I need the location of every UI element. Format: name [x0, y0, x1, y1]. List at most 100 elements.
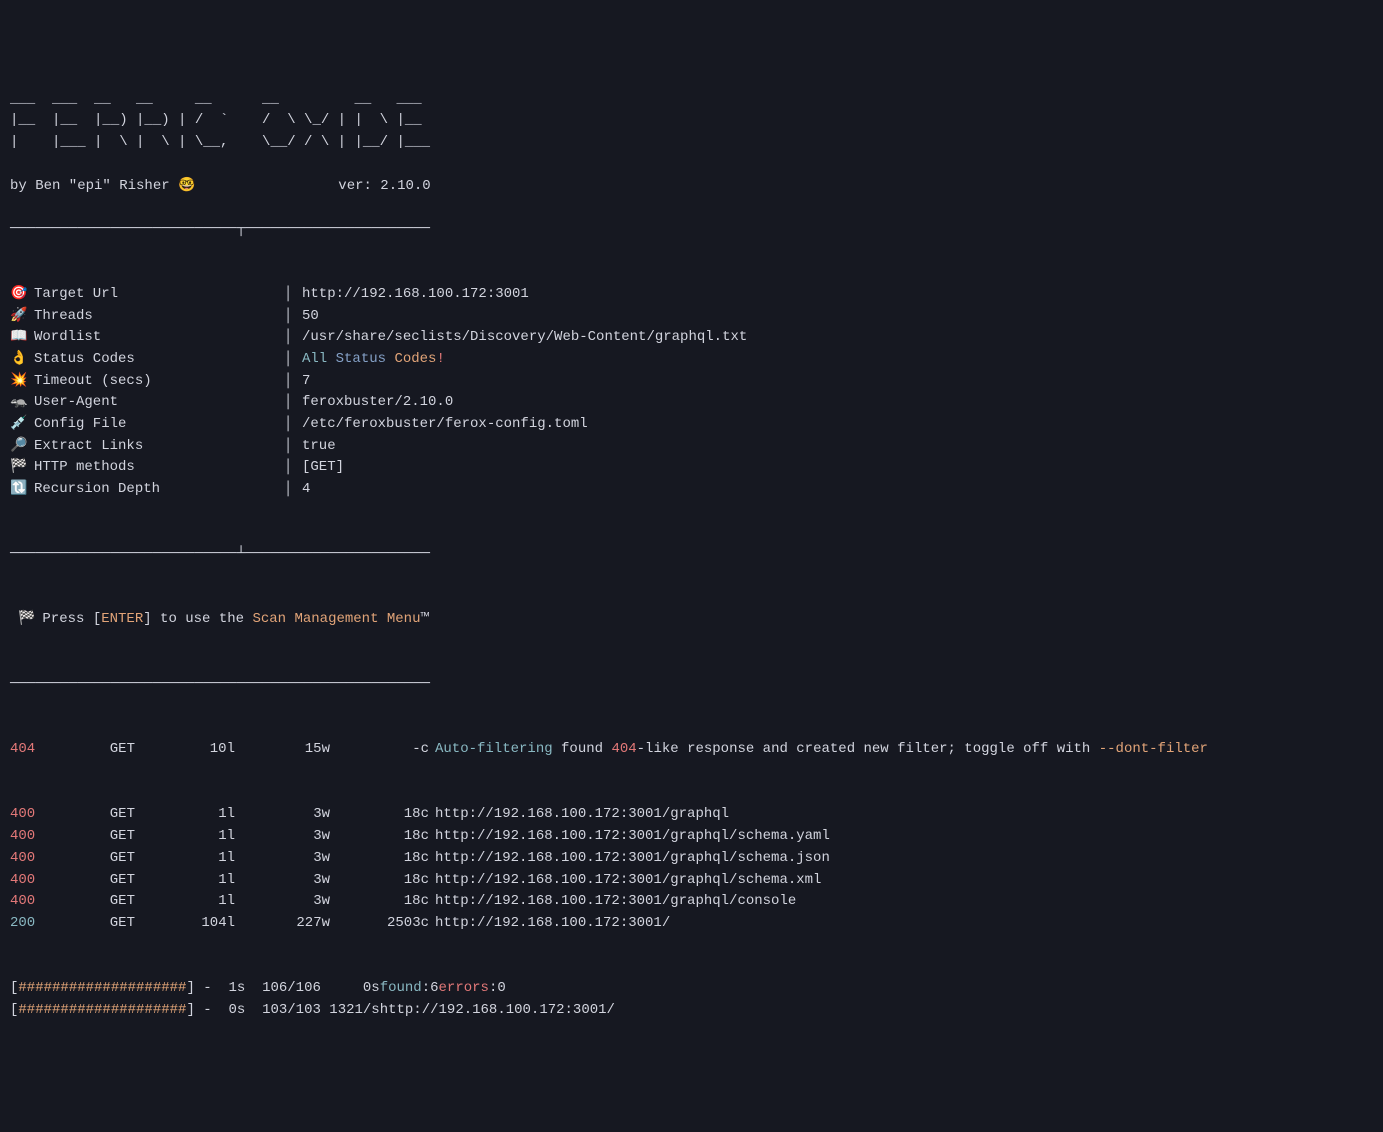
progress-count: 103/103: [245, 1000, 321, 1022]
status-code: 400: [10, 870, 50, 892]
config-value: 50: [302, 306, 319, 328]
byline: by Ben "epi" Risher 🤓 ver: 2.10.0: [10, 176, 1373, 198]
config-value: [GET]: [302, 457, 344, 479]
config-row: 💥Timeout (secs)│7: [10, 371, 1373, 393]
config-row: 👌Status Codes│All Status Codes!: [10, 349, 1373, 371]
result-row: 400GET1l3w18chttp://192.168.100.172:3001…: [10, 804, 1373, 826]
status-code: 200: [10, 913, 50, 935]
config-icon: 💉: [10, 414, 34, 436]
config-label: Timeout (secs): [34, 371, 284, 393]
flag-icon: 🏁: [18, 609, 42, 631]
config-icon: 🏁: [10, 457, 34, 479]
result-url: http://192.168.100.172:3001/graphql/sche…: [435, 826, 1373, 848]
config-row: 🔎Extract Links│true: [10, 436, 1373, 458]
config-value: 4: [302, 479, 310, 501]
config-row: 💉Config File│/etc/feroxbuster/ferox-conf…: [10, 414, 1373, 436]
word-count: 3w: [255, 870, 350, 892]
result-row: 200GET104l227w2503chttp://192.168.100.17…: [10, 913, 1373, 935]
elapsed: 1s: [220, 978, 245, 1000]
config-label: Target Url: [34, 284, 284, 306]
line-count: 1l: [155, 848, 255, 870]
config-value: /etc/feroxbuster/ferox-config.toml: [302, 414, 588, 436]
http-method: GET: [50, 826, 155, 848]
result-row: 400GET1l3w18chttp://192.168.100.172:3001…: [10, 848, 1373, 870]
ascii-art-banner: ___ ___ __ __ __ __ __ ___ |__ |__ |__) …: [10, 89, 1373, 154]
word-count: 3w: [255, 826, 350, 848]
config-row: 🎯Target Url│http://192.168.100.172:3001: [10, 284, 1373, 306]
word-count: 3w: [255, 891, 350, 913]
config-row: 🔃Recursion Depth│4: [10, 479, 1373, 501]
status-code: 400: [10, 891, 50, 913]
status-code: 400: [10, 848, 50, 870]
config-row: 🚀Threads│50: [10, 306, 1373, 328]
result-row: 400GET1l3w18chttp://192.168.100.172:3001…: [10, 826, 1373, 848]
elapsed: 0s: [220, 1000, 245, 1022]
status-code: 400: [10, 826, 50, 848]
status-code: 400: [10, 804, 50, 826]
progress-rate: 0s: [321, 978, 380, 1000]
http-method: GET: [50, 913, 155, 935]
config-value: All Status Codes!: [302, 349, 445, 371]
config-label: User-Agent: [34, 392, 284, 414]
separator-top: ───────────────────────────┬────────────…: [10, 219, 1373, 241]
result-url: http://192.168.100.172:3001/: [435, 913, 1373, 935]
http-method: GET: [50, 870, 155, 892]
result-url: http://192.168.100.172:3001/graphql/sche…: [435, 848, 1373, 870]
word-count: 227w: [255, 913, 350, 935]
http-method: GET: [50, 804, 155, 826]
line-count: 1l: [155, 891, 255, 913]
progress-count: 106/106: [245, 978, 321, 1000]
config-icon: 🔎: [10, 436, 34, 458]
config-value: http://192.168.100.172:3001: [302, 284, 529, 306]
http-method: GET: [50, 848, 155, 870]
config-value: 7: [302, 371, 310, 393]
char-count: 2503c: [350, 913, 435, 935]
config-icon: 🚀: [10, 306, 34, 328]
progress-rate: 1321/s: [321, 1000, 380, 1022]
results-block: 400GET1l3w18chttp://192.168.100.172:3001…: [10, 804, 1373, 934]
progress-row: [####################] - 0s 103/103 1321…: [10, 1000, 1373, 1022]
progress-bar: ####################: [18, 1000, 186, 1022]
config-label: Status Codes: [34, 349, 284, 371]
char-count: 18c: [350, 848, 435, 870]
config-icon: 🔃: [10, 479, 34, 501]
config-row: 📖Wordlist│/usr/share/seclists/Discovery/…: [10, 327, 1373, 349]
line-count: 104l: [155, 913, 255, 935]
progress-block: [####################] - 1s 106/106 0s f…: [10, 978, 1373, 1021]
word-count: 3w: [255, 804, 350, 826]
progress-bar: ####################: [18, 978, 186, 1000]
config-label: Extract Links: [34, 436, 284, 458]
config-icon: 🦡: [10, 392, 34, 414]
separator-mid: ───────────────────────────┴────────────…: [10, 544, 1373, 566]
config-block: 🎯Target Url│http://192.168.100.172:3001 …: [10, 284, 1373, 501]
char-count: 18c: [350, 870, 435, 892]
press-enter-line: 🏁Press [ENTER] to use the Scan Managemen…: [10, 609, 1373, 631]
result-url: http://192.168.100.172:3001/graphql: [435, 804, 1373, 826]
config-label: Config File: [34, 414, 284, 436]
config-label: Threads: [34, 306, 284, 328]
autofilter-line: 404GET10l15w-cAuto-filtering found 404-l…: [10, 739, 1373, 761]
result-row: 400GET1l3w18chttp://192.168.100.172:3001…: [10, 891, 1373, 913]
status-code: 404: [10, 739, 50, 761]
config-label: HTTP methods: [34, 457, 284, 479]
result-url: http://192.168.100.172:3001/graphql/cons…: [435, 891, 1373, 913]
config-value: feroxbuster/2.10.0: [302, 392, 453, 414]
word-count: 3w: [255, 848, 350, 870]
config-icon: 📖: [10, 327, 34, 349]
config-label: Wordlist: [34, 327, 284, 349]
line-count: 1l: [155, 826, 255, 848]
config-icon: 💥: [10, 371, 34, 393]
config-row: 🦡User-Agent│feroxbuster/2.10.0: [10, 392, 1373, 414]
config-value: /usr/share/seclists/Discovery/Web-Conten…: [302, 327, 747, 349]
result-url: http://192.168.100.172:3001/graphql/sche…: [435, 870, 1373, 892]
char-count: 18c: [350, 804, 435, 826]
separator-bottom: ────────────────────────────────────────…: [10, 674, 1373, 696]
config-icon: 🎯: [10, 284, 34, 306]
config-value: true: [302, 436, 336, 458]
config-icon: 👌: [10, 349, 34, 371]
char-count: 18c: [350, 891, 435, 913]
http-method: GET: [50, 891, 155, 913]
line-count: 1l: [155, 804, 255, 826]
line-count: 1l: [155, 870, 255, 892]
char-count: 18c: [350, 826, 435, 848]
